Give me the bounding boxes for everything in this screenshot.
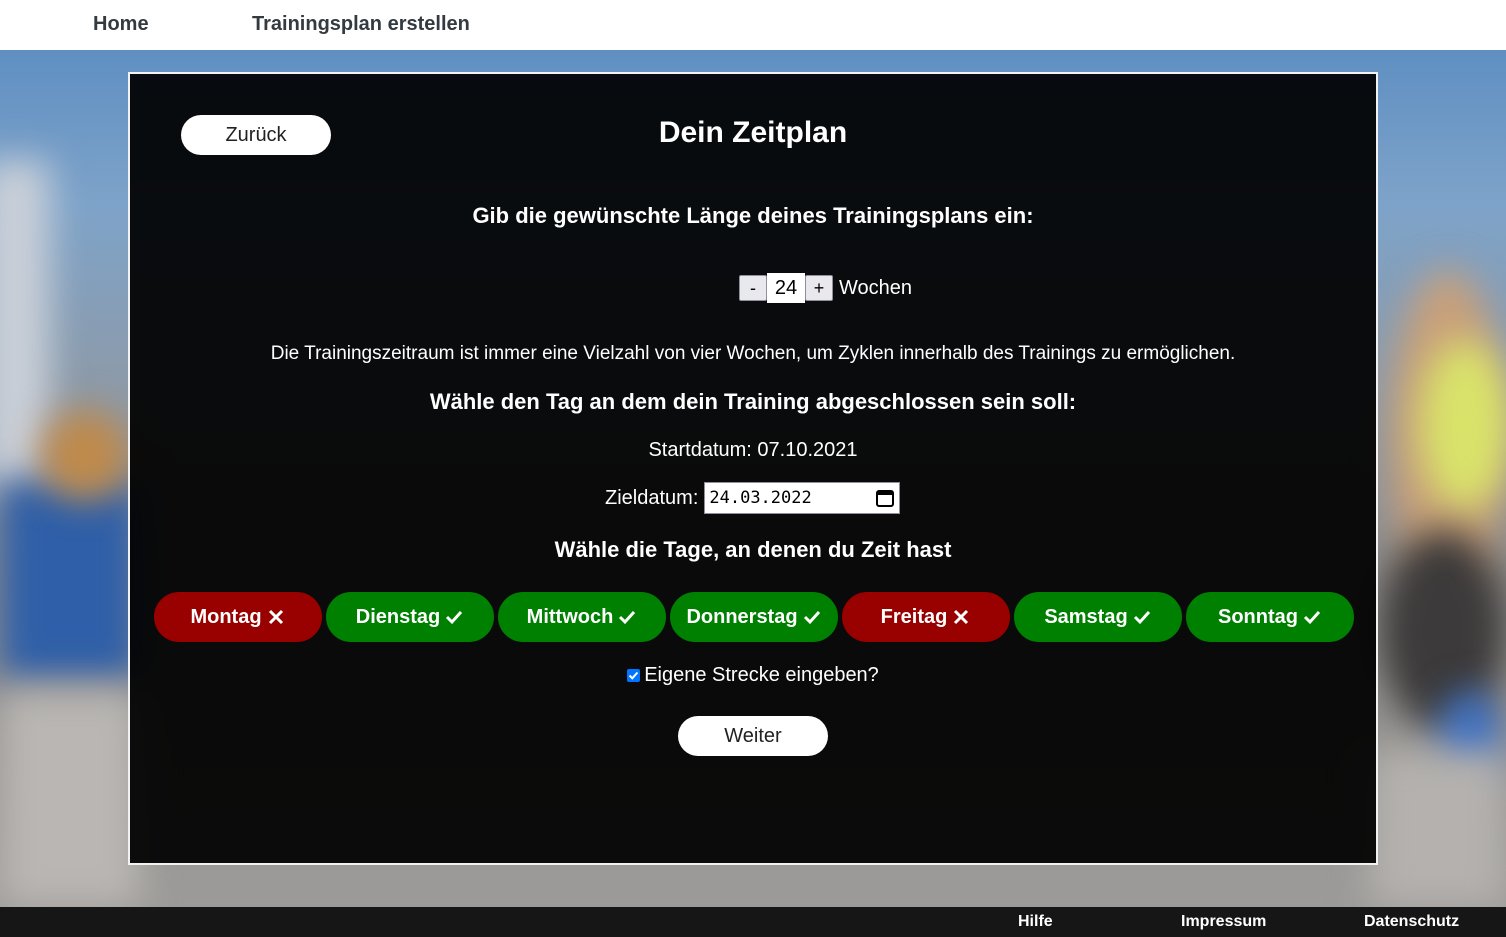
check-icon <box>619 610 636 625</box>
weeks-increment-button[interactable]: + <box>805 275 833 301</box>
day-label: Dienstag <box>355 605 441 628</box>
next-button[interactable]: Weiter <box>678 716 828 756</box>
nav-create-plan-link[interactable]: Trainingsplan erstellen <box>252 13 470 36</box>
day-toggle-dienstag[interactable]: Dienstag <box>326 592 494 642</box>
nav-home-link[interactable]: Home <box>93 13 149 36</box>
weeks-unit-label: Wochen <box>839 276 913 299</box>
day-toggle-samstag[interactable]: Samstag <box>1014 592 1182 642</box>
check-icon <box>1303 610 1321 625</box>
check-icon <box>1133 610 1150 625</box>
goal-date-row: Zieldatum: 24.03.2022 <box>605 482 901 514</box>
info-text: Die Trainingszeitraum ist immer eine Vie… <box>270 343 1236 364</box>
checkmark-icon <box>628 671 639 680</box>
goal-date-value: 24.03.2022 <box>709 488 812 508</box>
day-toggle-row: Montag Dienstag Mittwoch Donnerstag Freitag S… <box>154 592 1354 642</box>
day-label: Montag <box>190 605 262 628</box>
available-days-question: Wähle die Tage, an denen du Zeit hast <box>554 537 952 562</box>
day-toggle-sonntag[interactable]: Sonntag <box>1186 592 1354 642</box>
footer-help-link[interactable]: Hilfe <box>1018 913 1053 931</box>
check-icon <box>446 610 463 625</box>
top-navigation: Home Trainingsplan erstellen <box>0 0 1506 50</box>
day-label: Freitag <box>880 605 948 628</box>
page-title: Dein Zeitplan <box>658 116 848 149</box>
day-toggle-donnerstag[interactable]: Donnerstag <box>670 592 838 642</box>
weeks-decrement-button[interactable]: - <box>739 275 767 301</box>
length-question: Gib die gewünschte Länge deines Training… <box>472 203 1034 228</box>
day-toggle-montag[interactable]: Montag <box>154 592 322 642</box>
day-label: Samstag <box>1044 605 1128 628</box>
weeks-value[interactable]: 24 <box>767 273 805 303</box>
end-day-question: Wähle den Tag an dem dein Training abges… <box>429 389 1077 414</box>
goal-date-label: Zieldatum: <box>605 486 699 509</box>
day-toggle-freitag[interactable]: Freitag <box>842 592 1010 642</box>
footer: Hilfe Impressum Datenschutz <box>0 907 1506 937</box>
start-date-text: Startdatum: 07.10.2021 <box>648 439 858 461</box>
day-label: Mittwoch <box>526 605 614 628</box>
day-label: Sonntag <box>1218 605 1298 628</box>
own-route-option: Eigene Strecke eingeben? <box>130 664 1376 687</box>
footer-imprint-link[interactable]: Impressum <box>1181 913 1266 931</box>
own-route-label[interactable]: Eigene Strecke eingeben? <box>644 664 879 687</box>
check-icon <box>803 610 820 625</box>
calendar-icon[interactable] <box>875 488 895 508</box>
cross-icon <box>268 609 283 625</box>
footer-privacy-link[interactable]: Datenschutz <box>1364 913 1459 931</box>
cross-icon <box>954 609 969 625</box>
weeks-stepper: - 24 + Wochen <box>739 273 912 303</box>
schedule-panel: Zurück Dein Zeitplan Gib die gewünschte … <box>128 72 1378 865</box>
day-label: Donnerstag <box>686 605 798 628</box>
day-toggle-mittwoch[interactable]: Mittwoch <box>498 592 666 642</box>
goal-date-input[interactable]: 24.03.2022 <box>704 482 901 514</box>
own-route-checkbox[interactable] <box>627 669 641 682</box>
